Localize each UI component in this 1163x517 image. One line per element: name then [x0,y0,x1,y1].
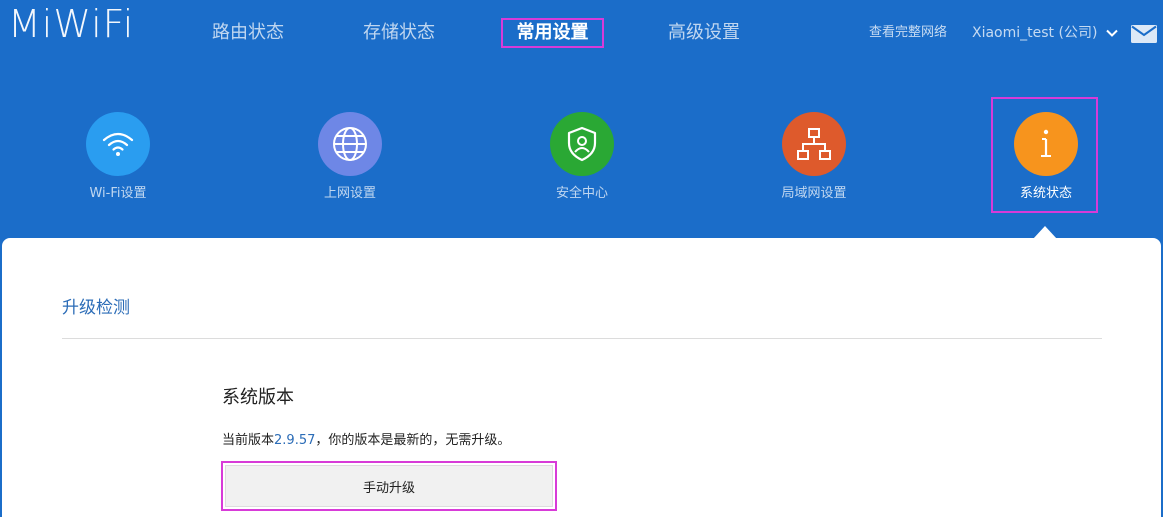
version-prefix: 当前版本 [222,433,275,448]
nav-storage-status[interactable]: 存储状态 [363,20,435,46]
version-number: 2.9.57 [274,433,316,448]
shield-icon-circle [550,112,614,176]
chevron-down-icon [1106,29,1119,37]
router-admin-page: MiWiFi 路由状态 存储状态 常用设置 高级设置 查看完整网络 Xiaomi… [0,0,1163,517]
manual-upgrade-button[interactable]: 手动升级 [221,461,557,511]
system-status-label: 系统状态 [1019,186,1072,201]
menu-security-center[interactable]: 安全中心 [512,112,652,203]
internet-settings-label: 上网设置 [323,186,376,201]
manual-upgrade-label: 手动升级 [225,465,553,507]
info-icon [1041,129,1051,157]
security-center-label: 安全中心 [555,186,608,201]
lan-settings-label: 局域网设置 [781,186,847,201]
user-menu[interactable]: Xiaomi_test (公司) [972,22,1119,44]
menu-internet-settings[interactable]: 上网设置 [280,112,420,203]
info-icon-circle [1014,112,1078,176]
version-suffix: ，你的版本是最新的，无需升级。 [315,433,511,448]
content-panel: 升级检测 系统版本 当前版本2.9.57，你的版本是最新的，无需升级。 手动升级 [2,238,1161,517]
network-icon [797,128,831,160]
nav-common-settings[interactable]: 常用设置 [501,18,604,48]
mail-icon[interactable] [1131,25,1157,43]
version-status-text: 当前版本2.9.57，你的版本是最新的，无需升级。 [222,431,510,451]
section-divider [62,338,1102,339]
shield-icon [567,126,597,162]
miwifi-logo: MiWiFi [8,2,135,46]
view-full-network-link[interactable]: 查看完整网络 [869,22,947,44]
menu-wifi-settings[interactable]: Wi-Fi设置 [48,112,188,203]
user-name: Xiaomi_test (公司) [972,25,1098,41]
version-heading: 系统版本 [222,387,294,408]
menu-lan-settings[interactable]: 局域网设置 [744,112,884,203]
network-icon-circle [782,112,846,176]
menu-system-status[interactable]: 系统状态 [976,112,1116,203]
section-title: 升级检测 [62,298,130,318]
nav-route-status[interactable]: 路由状态 [212,20,284,46]
wifi-icon [102,132,134,156]
globe-icon [333,127,367,161]
nav-advanced-settings[interactable]: 高级设置 [668,20,740,46]
wifi-icon-circle [86,112,150,176]
globe-icon-circle [318,112,382,176]
wifi-settings-label: Wi-Fi设置 [89,186,147,201]
